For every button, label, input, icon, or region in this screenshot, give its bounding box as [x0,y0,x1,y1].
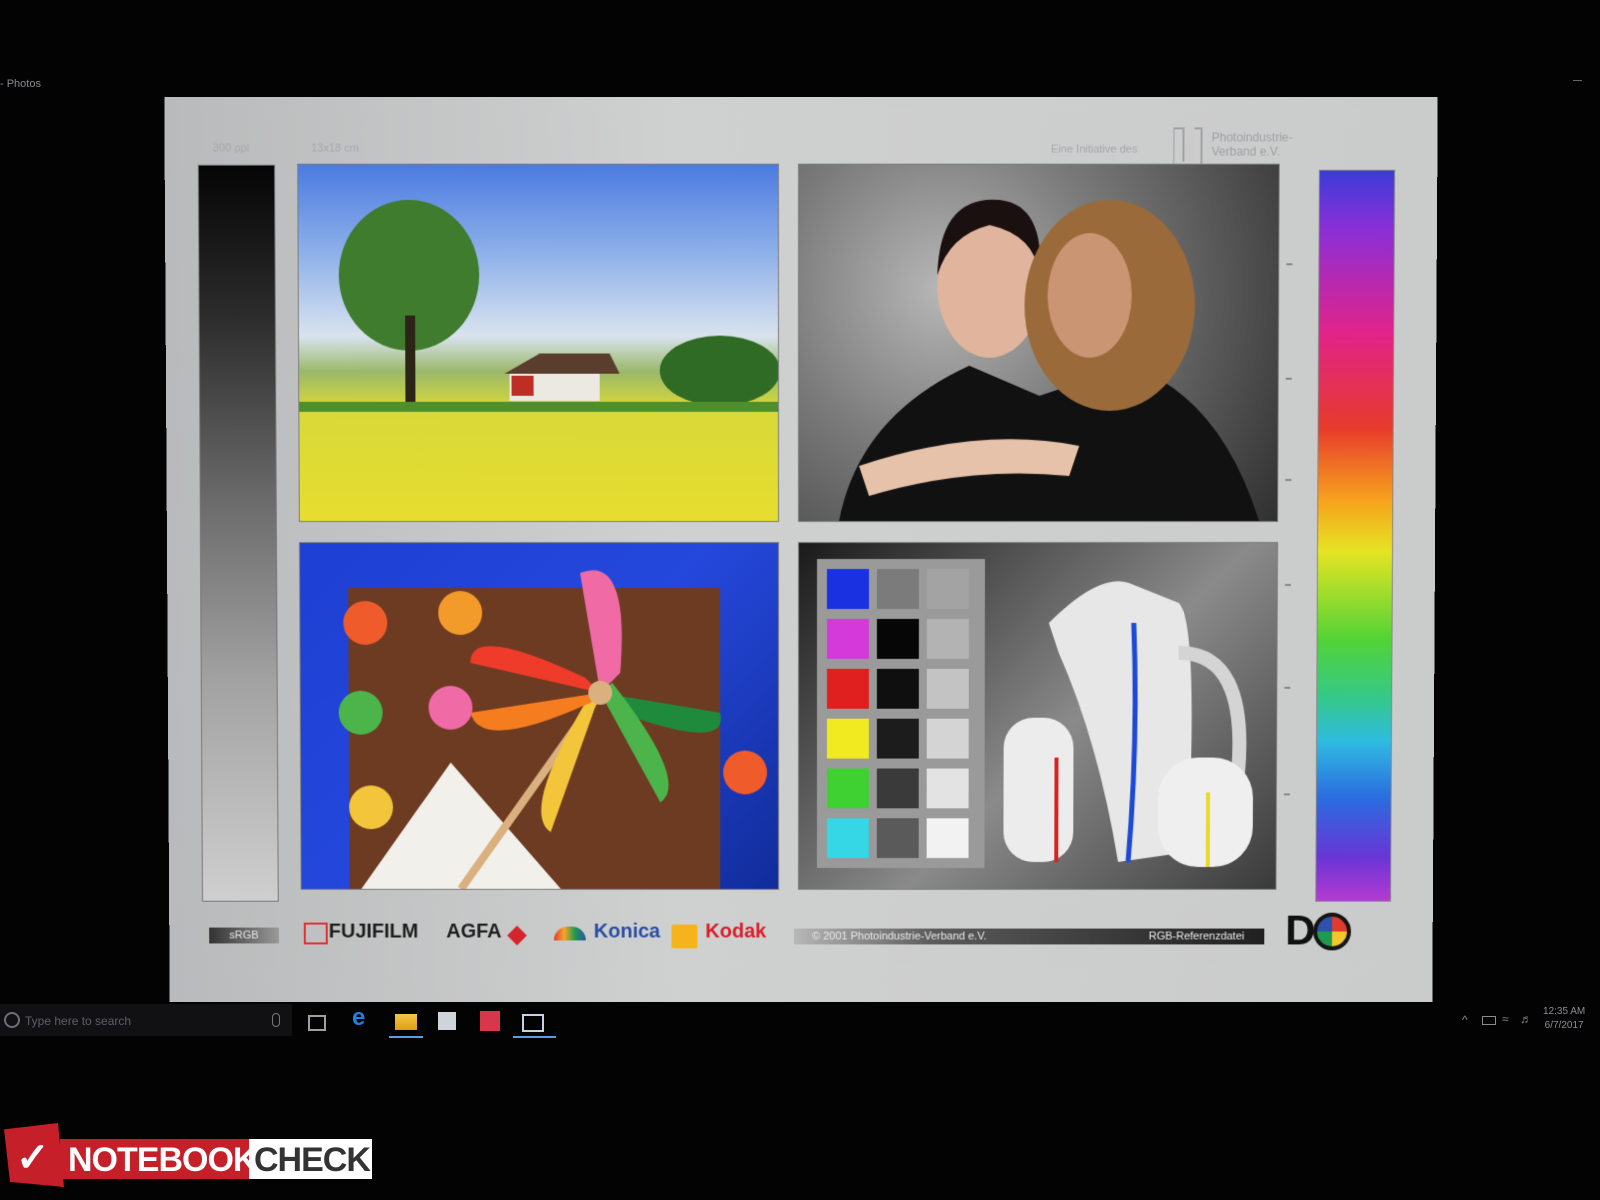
reference-file-label: RGB-Referenzdatei [1148,930,1245,943]
wifi-icon[interactable]: ≈ [1502,1012,1509,1026]
pinwheel-photo [299,543,779,889]
dq-logo-icon: D [1285,905,1359,953]
file-explorer-active-indicator [389,1036,423,1038]
battery-icon[interactable] [1482,1016,1496,1025]
photoindustrie-logo-icon [1173,127,1203,166]
landscape-photo-art [299,199,778,412]
photoindustrie-name: Photoindustrie- Verband e.V. [1212,130,1293,158]
pinwheel-photo-art [338,570,768,889]
color-space-label: sRGB [209,927,279,944]
copyright-bar: © 2001 Photoindustrie-Verband e.V. RGB-R… [794,928,1265,945]
tick-mark [1283,793,1290,796]
gift-icon[interactable] [480,1011,500,1031]
file-explorer-icon[interactable] [395,1014,417,1030]
brand-kodak: Kodak [705,920,767,943]
clock-date: 6/7/2017 [1544,1020,1584,1031]
dq-logo-d: D [1285,906,1316,954]
reference-test-chart: 300 ppi 13x18 cm Eine Initiative des Pho… [164,97,1438,1002]
clock-time: 12:35 AM [1543,1006,1586,1017]
brand-bar: sRGB FUJIFILM AGFA Konica Kodak © 2001 P… [189,903,1405,963]
tick-mark [1284,583,1291,586]
checkmark-icon: ✓ [16,1136,50,1180]
taskbar-clock[interactable]: 12:35 AM 6/7/2017 [1543,1005,1585,1033]
fujifilm-logo-icon [303,922,328,945]
window-title: - Photos [0,78,41,90]
size-label: 13x18 cm [311,142,360,155]
portrait-photo [798,164,1279,521]
volume-icon[interactable]: ♬ [1520,1012,1532,1026]
taskbar-search-box[interactable]: Type here to search [0,1004,292,1036]
show-hidden-icons-icon[interactable]: ^ [1462,1013,1468,1027]
watermark-notebook: NOTEBOOK [68,1141,257,1179]
notebookcheck-watermark: ✓ NOTEBOOK CHECK [4,1123,372,1193]
edge-icon[interactable]: e [352,1004,374,1031]
landscape-photo [298,164,778,521]
initiative-label: Eine Initiative des [1050,143,1138,156]
tick-mark [1285,478,1292,481]
photos-active-indicator [513,1036,556,1038]
copyright-text: © 2001 Photoindustrie-Verband e.V. [811,930,987,943]
store-icon[interactable] [438,1012,456,1030]
tick-mark [1285,377,1292,380]
colorcheck-photo [798,543,1278,889]
photoindustrie-name-line1: Photoindustrie- [1211,130,1293,145]
brand-agfa: AGFA [446,920,502,943]
task-view-icon[interactable] [308,1015,326,1031]
taskbar: Type here to search e ^ ≈ ♬ 12:35 AM 6/7… [0,1002,1600,1042]
konica-logo-icon [553,926,586,941]
color-spectrum-ramp [1315,169,1396,902]
cortana-icon[interactable] [4,1012,20,1028]
search-placeholder: Type here to search [25,1014,132,1028]
colorcheck-photo-art [816,558,1277,889]
minimize-icon[interactable] [1573,80,1582,81]
microphone-icon[interactable] [272,1013,280,1027]
photoindustrie-logo-inner [1182,127,1195,162]
portrait-photo-art [839,199,1260,521]
tick-mark [1286,263,1293,266]
agfa-logo-icon [507,925,527,946]
photoindustrie-name-line2: Verband e.V. [1211,144,1281,159]
photos-icon[interactable] [522,1014,544,1032]
kodak-logo-icon [671,924,698,949]
ppi-label: 300 ppi [212,142,250,155]
dq-logo-q [1313,912,1352,951]
brand-konica: Konica [593,920,661,943]
gray-ramp [197,164,279,902]
tick-mark [1284,686,1291,689]
watermark-check: CHECK [254,1141,371,1179]
brand-fujifilm: FUJIFILM [328,920,419,943]
